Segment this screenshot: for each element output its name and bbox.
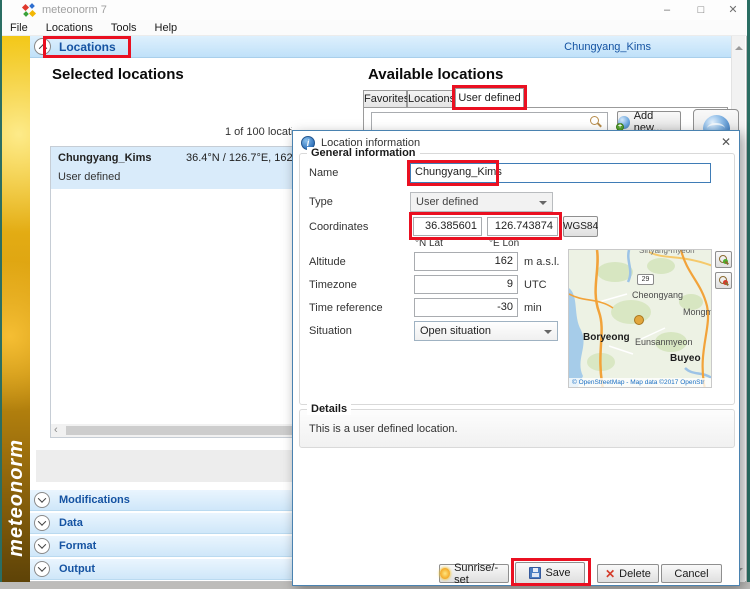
tab-favorites[interactable]: Favorites — [363, 90, 407, 108]
details-text: This is a user defined location. — [309, 423, 458, 435]
latitude-input[interactable]: 36.385601 — [413, 217, 482, 236]
maximize-button[interactable]: □ — [686, 0, 716, 20]
menu-locations[interactable]: Locations — [46, 22, 93, 34]
current-location-label: Chungyang_Kims — [564, 41, 651, 53]
tab-user-defined[interactable]: User defined — [455, 88, 524, 108]
altitude-input[interactable]: 162 — [414, 252, 518, 271]
menu-bar: File Locations Tools Help — [2, 20, 747, 36]
map-label-cheongyang: Cheongyang — [632, 290, 683, 300]
dropdown-chevron-icon — [539, 201, 547, 209]
chevron-down-icon — [38, 563, 46, 571]
altitude-label: Altitude — [309, 256, 346, 268]
name-label: Name — [309, 167, 338, 179]
section-label-modifications: Modifications — [59, 494, 130, 506]
name-input[interactable]: Chungyang_Kims — [410, 163, 711, 183]
menu-file[interactable]: File — [10, 22, 28, 34]
map-label-eunsanmyeon: Eunsanmyeon — [635, 337, 693, 347]
brand-strip: meteonorm — [2, 36, 30, 582]
situation-dropdown[interactable]: Open situation — [414, 321, 558, 341]
close-button[interactable]: ✕ — [718, 0, 748, 20]
scroll-up-icon — [735, 42, 743, 50]
situation-label: Situation — [309, 325, 352, 337]
chevron-down-icon — [38, 540, 46, 548]
dialog-close-icon[interactable]: ✕ — [721, 135, 731, 149]
map-zoom-in-button[interactable] — [715, 251, 732, 268]
expand-output-button[interactable] — [34, 561, 50, 577]
altitude-unit-label: m a.s.l. — [524, 256, 559, 268]
wgs84-button[interactable]: WGS84 — [563, 216, 598, 237]
type-dropdown[interactable]: User defined — [410, 192, 553, 212]
add-location-globe-icon: + — [618, 116, 630, 129]
map-attribution: © OpenStreetMap - Map data ©2017 OpenStr — [569, 378, 711, 387]
section-bar-locations[interactable]: Locations Chungyang_Kims — [30, 36, 731, 58]
scroll-left-icon[interactable]: ‹ — [54, 424, 58, 436]
title-bar[interactable]: meteonorm 7 – □ ✕ — [2, 0, 747, 20]
screen: meteonorm 7 – □ ✕ File Locations Tools H… — [0, 0, 750, 589]
map-label-boryeong: Boryeong — [583, 332, 630, 343]
tab-locations[interactable]: Locations — [407, 90, 455, 108]
section-label-data: Data — [59, 517, 83, 529]
menu-help[interactable]: Help — [155, 22, 178, 34]
selected-locations-heading: Selected locations — [52, 66, 184, 83]
available-locations-heading: Available locations — [368, 66, 503, 83]
sunrise-set-button[interactable]: Sunrise/-set — [439, 564, 509, 583]
expand-data-button[interactable] — [34, 515, 50, 531]
cancel-button[interactable]: Cancel — [661, 564, 722, 583]
zoom-in-icon — [719, 255, 729, 265]
app-logo-icon — [23, 4, 36, 17]
lat-unit-label: °N Lat — [415, 238, 443, 249]
time-reference-label: Time reference — [309, 302, 383, 314]
save-icon — [529, 567, 541, 579]
type-label: Type — [309, 196, 333, 208]
menu-tools[interactable]: Tools — [111, 22, 137, 34]
time-reference-unit-label: min — [524, 302, 542, 314]
chevron-down-icon — [38, 517, 46, 525]
location-marker — [634, 315, 644, 325]
save-button[interactable]: Save — [515, 562, 585, 584]
timezone-input[interactable]: 9 — [414, 275, 518, 294]
search-input[interactable] — [371, 112, 608, 132]
map-label-sinyang: Sinyang-myeon — [639, 249, 695, 255]
map-label-buyeo: Buyeo — [670, 353, 701, 364]
chevron-up-icon — [38, 44, 46, 52]
time-reference-input[interactable]: -30 — [414, 298, 518, 317]
locations-count: 1 of 100 locations — [225, 126, 292, 138]
expand-modifications-button[interactable] — [34, 492, 50, 508]
location-information-dialog: i Location information ✕ General informa… — [292, 130, 740, 586]
list-item-name: Chungyang_Kims — [58, 152, 152, 164]
list-item-coords: 36.4°N / 126.7°E, 162 — [186, 152, 292, 164]
map-zoom-out-button[interactable] — [715, 272, 732, 289]
brand-logo: meteonorm — [5, 439, 28, 557]
zoom-out-icon — [719, 276, 729, 286]
map-label-mongm: Mongm — [683, 307, 712, 317]
location-map[interactable]: Sinyang-myeon 29 Cheongyang Mongm Boryeo… — [568, 249, 712, 388]
collapse-locations-button[interactable] — [34, 38, 51, 55]
details-legend: Details — [307, 403, 351, 415]
search-icon — [590, 116, 602, 128]
section-label-locations: Locations — [59, 40, 116, 54]
list-item-type: User defined — [58, 171, 120, 183]
longitude-input[interactable]: 126.743874 — [487, 217, 558, 236]
minimize-button[interactable]: – — [652, 0, 682, 20]
route-29-badge: 29 — [637, 274, 654, 285]
lon-unit-label: °E Lon — [489, 238, 519, 249]
section-label-format: Format — [59, 540, 96, 552]
section-label-output: Output — [59, 563, 95, 575]
delete-button[interactable]: ✕ Delete — [597, 564, 659, 583]
window-title: meteonorm 7 — [42, 4, 107, 16]
chevron-down-icon — [38, 494, 46, 502]
dropdown-chevron-icon — [544, 330, 552, 338]
coordinates-label: Coordinates — [309, 221, 368, 233]
sun-icon — [440, 568, 450, 579]
general-information-legend: General information — [307, 147, 420, 159]
expand-format-button[interactable] — [34, 538, 50, 554]
timezone-unit-label: UTC — [524, 279, 547, 291]
timezone-label: Timezone — [309, 279, 357, 291]
delete-x-icon: ✕ — [605, 568, 615, 580]
